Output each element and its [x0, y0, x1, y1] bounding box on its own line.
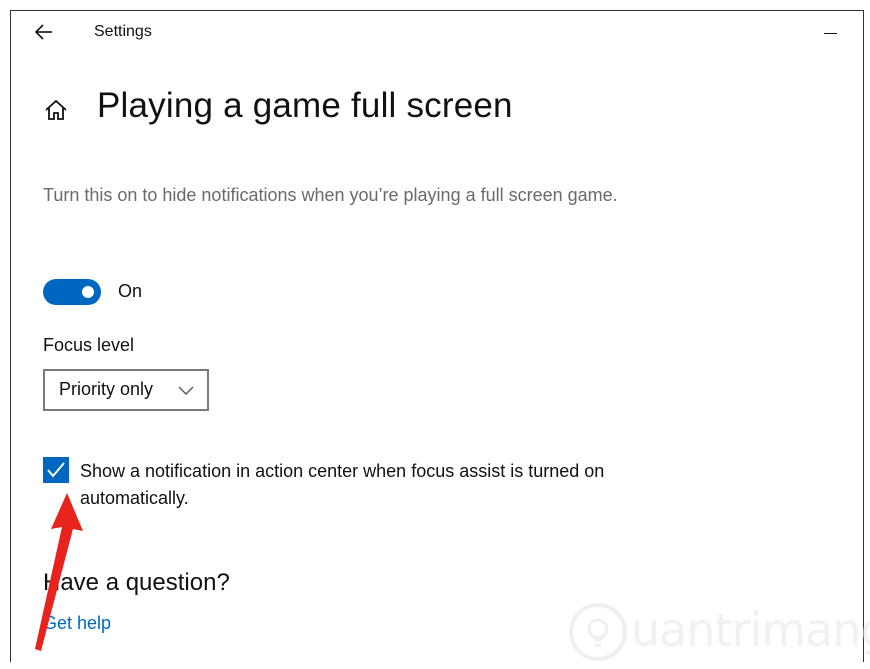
focus-level-value: Priority only: [59, 379, 154, 399]
focus-assist-toggle[interactable]: [43, 279, 101, 305]
minimize-button[interactable]: [817, 21, 845, 45]
home-icon: [45, 99, 67, 120]
lightbulb-logo-icon: [569, 603, 627, 661]
window-title: Settings: [94, 23, 152, 40]
page-title: Playing a game full screen: [97, 86, 513, 125]
focus-level-label: Focus level: [43, 335, 135, 355]
watermark-text: uantrimang: [631, 603, 870, 657]
watermark-logo: uantrimang: [567, 599, 870, 669]
chevron-down-icon: [178, 386, 194, 395]
toggle-state-label: On: [118, 281, 143, 301]
checkmark-icon: [47, 462, 65, 478]
focus-level-dropdown[interactable]: Priority only: [43, 369, 209, 411]
page-description: Turn this on to hide notifications when …: [43, 185, 618, 205]
back-arrow-icon: [34, 24, 52, 40]
show-notification-checkbox[interactable]: [43, 457, 69, 483]
back-button[interactable]: [33, 21, 55, 43]
checkbox-label: Show a notification in action center whe…: [80, 461, 605, 508]
home-button[interactable]: [43, 97, 69, 123]
title-bar: Settings: [11, 11, 863, 55]
settings-window: Settings Playing a game full screen Turn…: [10, 10, 870, 662]
toggle-knob: [82, 286, 94, 298]
annotation-arrow: [35, 493, 83, 651]
